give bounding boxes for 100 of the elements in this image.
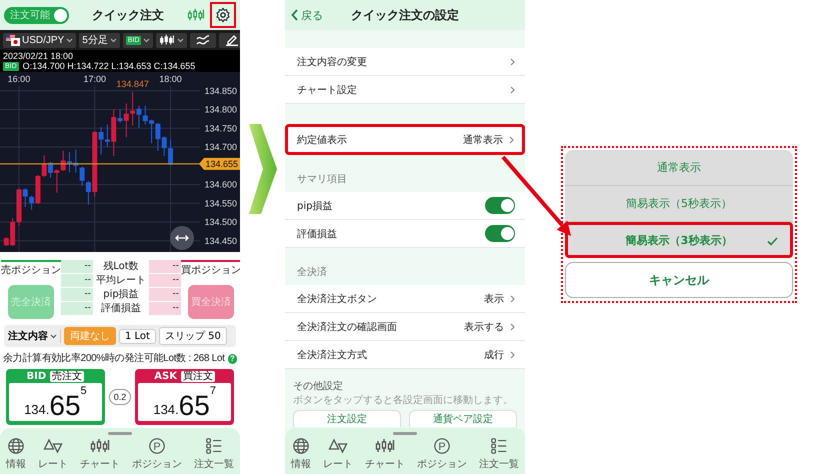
price-axis-label: 134.850 [204,86,237,96]
chevron-down-icon [143,38,150,42]
nav-tab[interactable]: 情報 [6,437,26,471]
nav-tab[interactable]: 注文一覧 [479,437,519,471]
time-axis-label: 18:00 [159,74,182,84]
section-heading: サマリ項目 [296,173,348,187]
expand-button[interactable] [170,226,194,250]
indicator-button[interactable] [190,32,216,48]
ohlc-values: O:134.700 H:134.722 L:134.653 C:134.655 [22,61,196,71]
nav-tab[interactable]: レート [323,437,353,471]
drag-handle[interactable] [108,432,132,435]
setting-value: 表示 [484,292,504,306]
quote-label: BID [26,371,46,382]
setting-label: チャート設定 [297,84,358,96]
globe-icon [7,437,25,455]
flags-icon [6,34,20,46]
table-cell: -- [149,274,181,287]
setting-label: 約定値表示 [297,134,348,146]
back-button[interactable]: 戻る [285,6,345,24]
list-icon [205,437,223,455]
table-cell: -- [149,260,181,273]
drag-handle[interactable] [393,432,417,435]
toggle-switch[interactable] [485,225,515,242]
coin-icon: P [148,437,166,455]
section-note: ボタンをタップすると各設定画面に移動します。 [293,395,514,407]
screen-title: クイック注文 [91,6,165,24]
time-axis-label: 16:00 [8,74,30,84]
screen-title: クイック注文の設定 [350,6,460,24]
table-cell: -- [149,288,181,301]
order-option-chip[interactable]: スリップ 50 [158,327,227,345]
table-cell: -- [61,260,93,273]
table-cell: -- [149,302,181,315]
currency-pair-dropdown[interactable]: USD/JPY [3,32,76,48]
setting-label: 評価損益 [297,228,338,240]
setting-value: 成行 [484,348,504,362]
nav-tab[interactable]: 情報 [291,437,311,471]
section-heading: 全決済 [296,266,328,280]
price-axis-label: 134.500 [204,217,237,227]
nav-tab[interactable]: 注文一覧 [194,437,234,471]
candlestick-icon[interactable] [187,8,205,22]
candlestick-icon [90,437,110,455]
table-cell: -- [61,302,93,315]
quote-label: ASK [154,371,177,382]
settings-button[interactable] [210,2,236,28]
triangles-icon [328,437,348,455]
setting-label: 注文内容の変更 [297,56,368,68]
chevron-down-icon [110,38,117,42]
candlestick-icon [375,437,395,455]
ref-line-label: 134.655 [205,158,238,169]
cancel-button[interactable]: キャンセル [565,262,793,298]
settings-link-button[interactable]: 通貨ペア設定 [409,410,517,427]
double-arrow-icon [175,234,189,242]
order-tag: 買注文 [180,371,215,382]
pen-icon [225,34,240,46]
table-cell: -- [61,274,93,287]
chevron-right-icon [510,322,515,330]
nav-tab[interactable]: チャート [365,437,405,471]
setting-label: 全決済注文の確認画面 [297,320,398,334]
timeframe-dropdown[interactable]: 5分足 [79,32,120,48]
setting-value: 通常表示 [463,134,503,146]
position-label: 買ポジション [181,260,240,277]
toggle-switch[interactable] [485,197,515,214]
chevron-right-icon [510,294,515,302]
available-lots-text: 余力計算有効比率200%時の発注可能Lot数 : 268 Lot [3,353,225,365]
current-price-line: 134.655 [0,158,240,170]
order-tag: 売注文 [50,371,84,382]
price-axis-label: 134.550 [204,198,237,208]
chevron-down-icon [177,38,184,42]
price-axis-label: 134.700 [204,142,237,152]
chevron-right-icon [509,136,514,144]
setting-label: 全決済注文ボタン [297,292,378,306]
nav-tab[interactable]: P ポジション [417,437,467,471]
coin-icon: P [433,437,451,455]
section-heading: その他設定 [293,381,344,393]
nav-tab[interactable]: P ポジション [132,437,182,471]
order-option-chip[interactable]: 1 Lot [119,328,156,344]
chevron-down-icon [50,334,57,338]
list-icon [490,437,508,455]
price-axis-label: 134.600 [204,180,237,190]
chevron-right-icon [510,58,515,66]
candlestick-icon [159,34,176,46]
price-axis-label: 134.750 [204,123,237,134]
check-icon [767,237,778,246]
settings-link-button[interactable]: 注文設定 [293,410,401,427]
order-content-dropdown[interactable]: 注文内容 [8,329,61,343]
spread-value: 0.2 [108,389,132,405]
table-cell: -- [61,288,93,301]
chart-type-dropdown[interactable] [156,32,188,48]
settings-row[interactable]: 約定値表示 通常表示 [285,124,525,155]
price-axis-label: 134.800 [204,104,237,114]
globe-icon [292,437,310,455]
drawing-tool-button[interactable] [219,32,240,48]
setting-value: 表示する [464,320,504,334]
chevron-right-icon [510,86,515,94]
chevron-down-icon [66,38,74,42]
nav-tab[interactable]: レート [38,437,68,471]
nav-tab[interactable]: チャート [80,437,120,471]
setting-label: pip損益 [297,200,334,212]
wave-lines-icon [196,34,210,46]
chevron-left-icon [291,9,298,21]
